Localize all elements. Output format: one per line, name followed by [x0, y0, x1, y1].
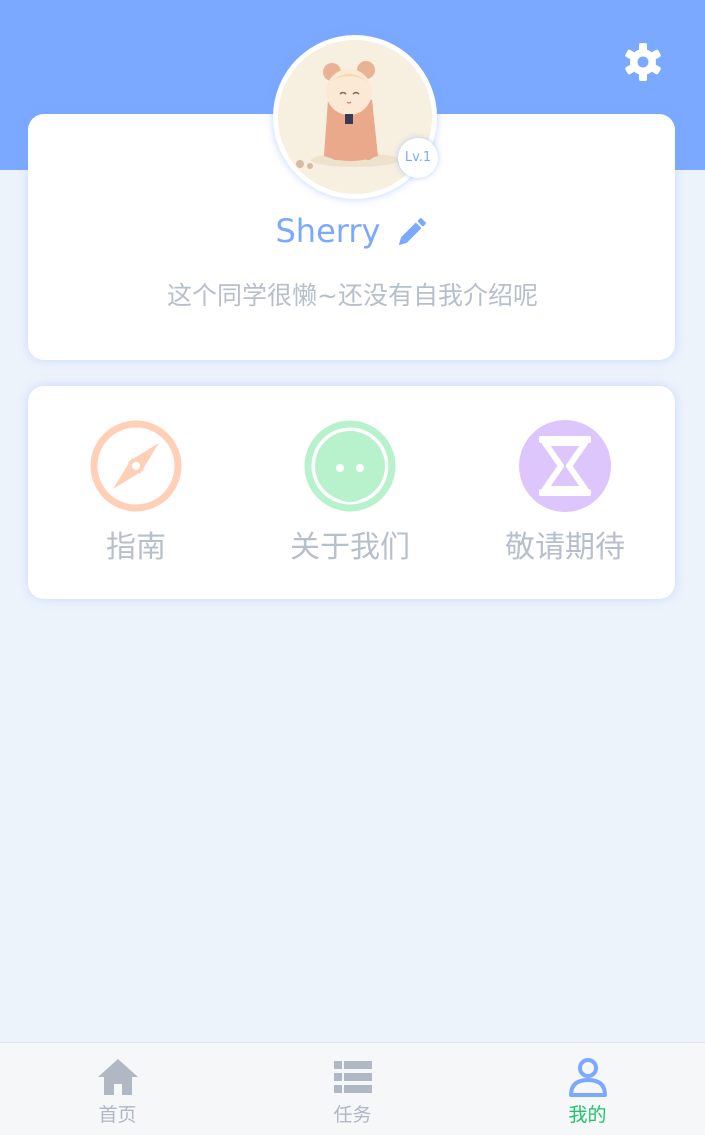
- profile-bio: 这个同学很懒~还没有自我介绍呢: [167, 281, 538, 310]
- tab-home[interactable]: 首页: [0, 1043, 235, 1135]
- level-badge: Lv.1: [398, 138, 438, 178]
- settings-gear-icon[interactable]: [621, 40, 665, 84]
- tab-label-home: 首页: [98, 1104, 137, 1126]
- tab-mine[interactable]: 我的: [470, 1043, 705, 1135]
- tab-label-mine: 我的: [568, 1104, 607, 1126]
- username: Sherry: [275, 212, 381, 250]
- menu-item-about-us[interactable]: 关于我们: [250, 418, 450, 578]
- menu-label-about-us: 关于我们: [290, 530, 410, 565]
- username-row: Sherry: [0, 206, 705, 256]
- hourglass-icon: [519, 420, 611, 512]
- user-icon: [568, 1058, 607, 1097]
- tab-label-tasks: 任务: [333, 1104, 372, 1126]
- menu-item-coming-soon[interactable]: 敬请期待: [465, 418, 665, 578]
- menu-label-guide: 指南: [106, 530, 166, 565]
- bottom-tab-bar: 首页 任务 我的: [0, 1042, 705, 1135]
- list-icon: [333, 1061, 372, 1093]
- tab-tasks[interactable]: 任务: [235, 1043, 470, 1135]
- smiley-face-icon: [304, 420, 396, 512]
- menu-label-coming-soon: 敬请期待: [505, 530, 625, 565]
- menu-item-guide[interactable]: 指南: [36, 418, 236, 578]
- compass-icon: [90, 420, 182, 512]
- home-icon: [97, 1059, 138, 1095]
- edit-pencil-icon[interactable]: [396, 214, 430, 248]
